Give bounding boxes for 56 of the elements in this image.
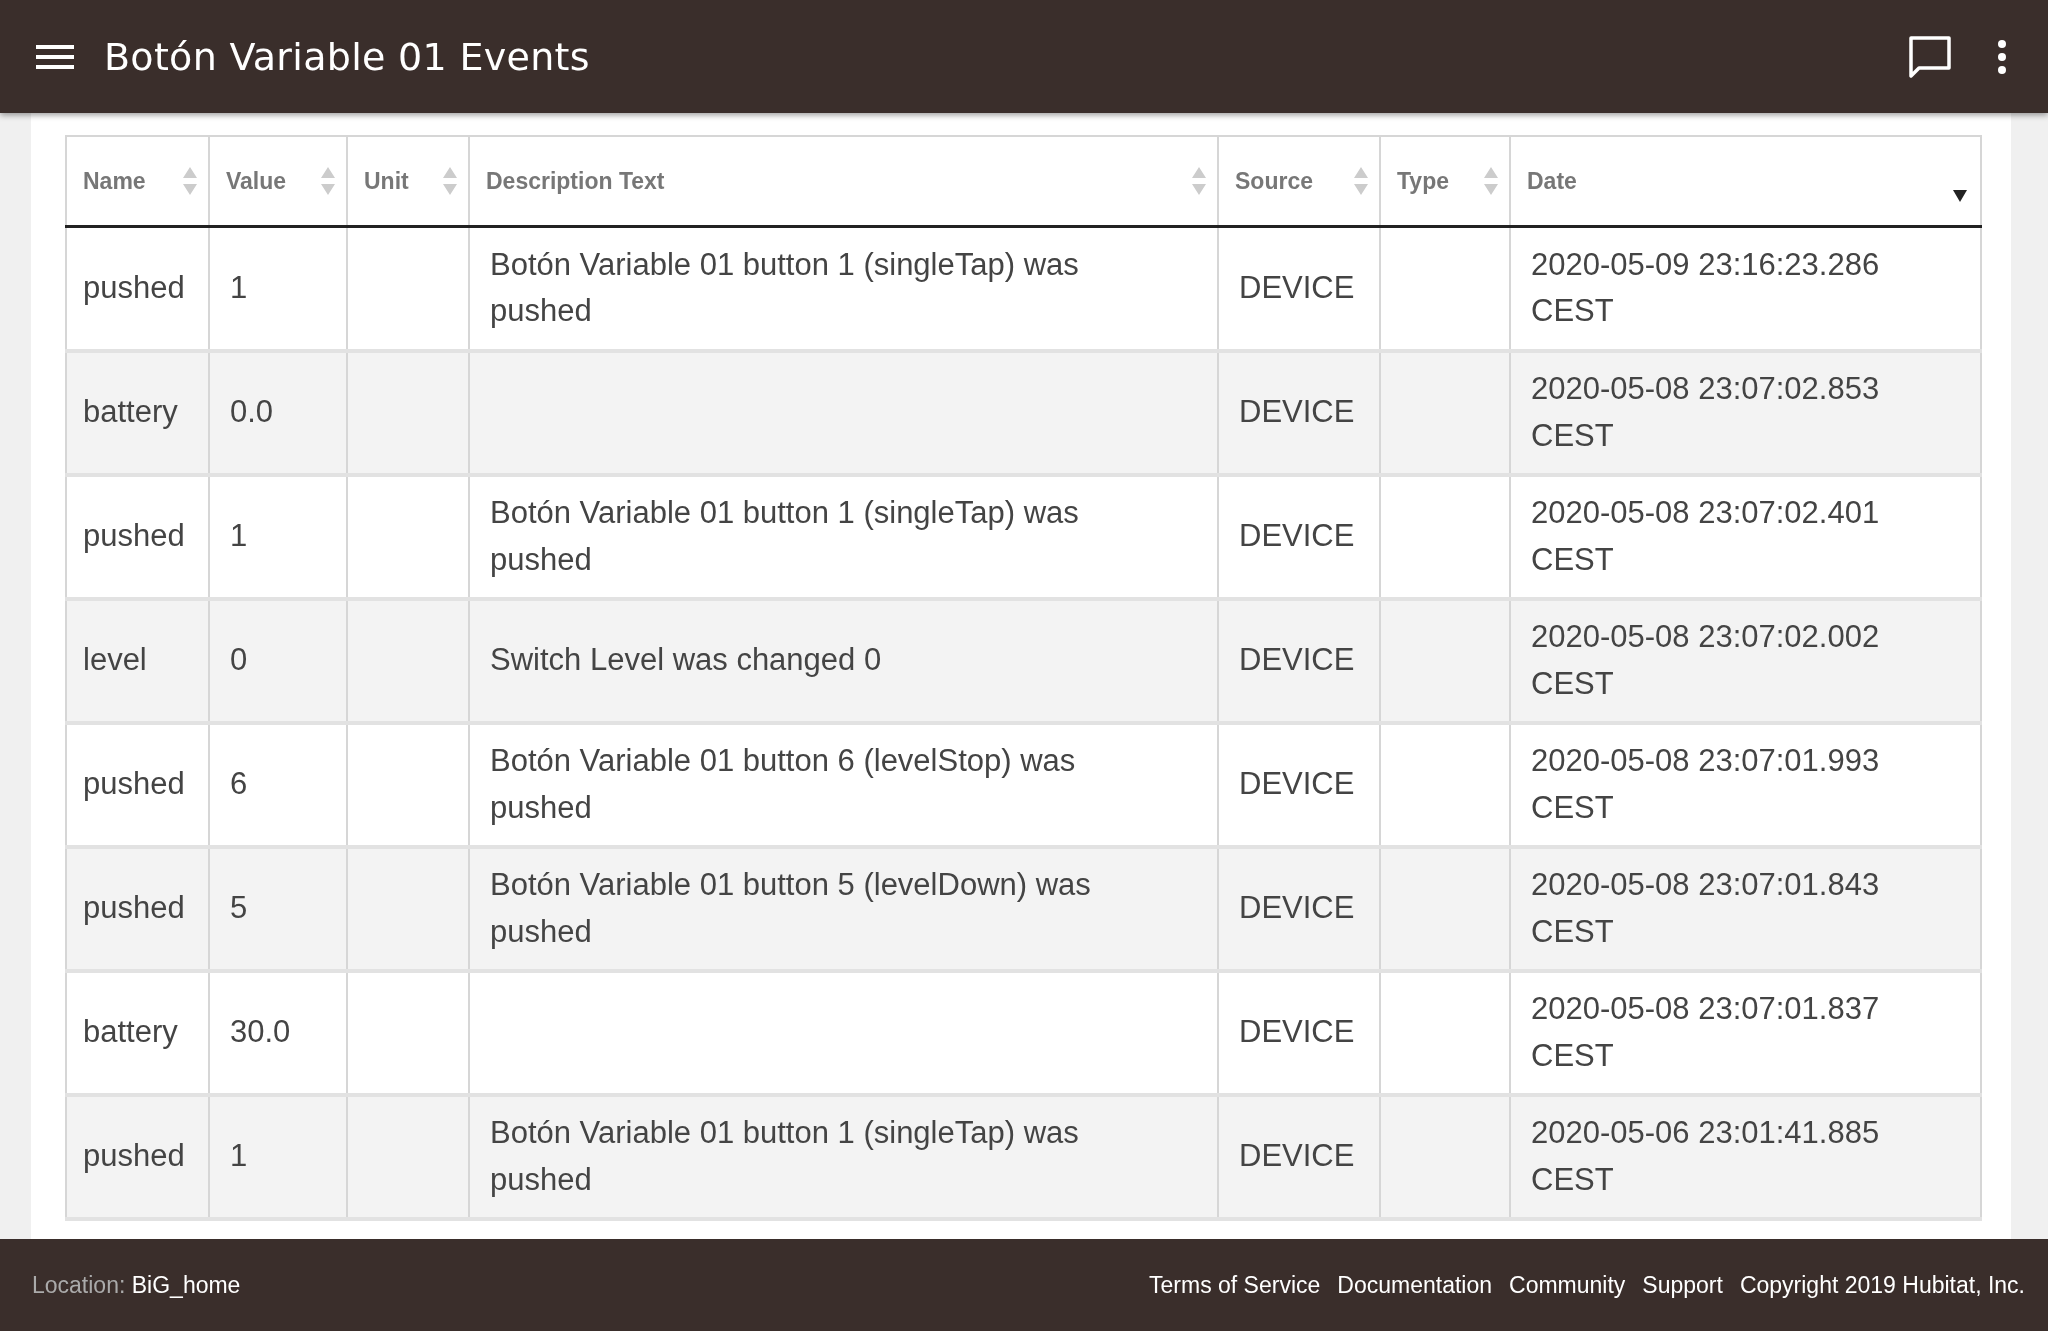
table-cell: DEVICE — [1239, 1014, 1355, 1050]
table-cell: 5 — [230, 890, 248, 926]
table-cell: 1 — [230, 270, 248, 305]
column-header[interactable]: Source — [1218, 136, 1380, 227]
table-cell: battery — [83, 1014, 178, 1050]
table-cell: DEVICE — [1239, 1138, 1355, 1174]
table-cell: 2020-05-08 23:07:01.993 CEST — [1531, 743, 1880, 825]
page-title: Botón Variable 01 Events — [104, 34, 591, 79]
table-cell: 2020-05-06 23:01:41.885 CEST — [1531, 1115, 1880, 1197]
table-cell: 1 — [230, 1138, 248, 1174]
copyright-text: Copyright 2019 Hubitat, Inc. — [1739, 1271, 2025, 1299]
table-cell: pushed — [83, 518, 185, 554]
column-header[interactable]: Name — [66, 136, 209, 227]
footer-link[interactable]: Terms of Service — [1149, 1271, 1321, 1299]
table-cell: battery — [83, 394, 178, 430]
column-header[interactable]: Date — [1510, 136, 1981, 227]
table-cell: 0 — [230, 642, 248, 678]
menu-icon[interactable] — [36, 42, 74, 71]
table-cell: pushed — [83, 766, 185, 802]
table-cell: DEVICE — [1239, 518, 1355, 554]
table-cell: pushed — [83, 1138, 185, 1174]
table-cell: level — [83, 642, 147, 678]
more-icon[interactable] — [1996, 38, 2008, 75]
table-cell: Botón Variable 01 button 5 (levelDown) was pushed — [490, 867, 1091, 949]
table-cell: Botón Variable 01 button 1 (singleTap) was pushed — [490, 1115, 1079, 1197]
table-cell: DEVICE — [1239, 642, 1355, 678]
table-cell: Botón Variable 01 button 6 (levelStop) was pushed — [490, 743, 1076, 825]
table-cell: 30.0 — [230, 1014, 291, 1050]
table-cell: 0.0 — [230, 394, 274, 430]
table-cell: 2020-05-08 23:07:02.853 CEST — [1531, 371, 1880, 453]
column-header[interactable]: Type — [1380, 136, 1510, 227]
table-cell: pushed — [83, 270, 185, 305]
table-cell: Botón Variable 01 button 1 (singleTap) was pushed — [490, 495, 1079, 577]
column-header[interactable]: Value — [209, 136, 347, 227]
table-cell: DEVICE — [1239, 394, 1355, 430]
footer-link[interactable]: Community — [1509, 1271, 1626, 1299]
table-cell: 2020-05-08 23:07:02.401 CEST — [1531, 495, 1880, 577]
table-cell: 1 — [230, 518, 248, 554]
table-cell: DEVICE — [1239, 890, 1355, 926]
table-cell: 2020-05-08 23:07:02.002 CEST — [1531, 619, 1880, 701]
table-cell: 6 — [230, 766, 248, 802]
table-cell: 2020-05-09 23:16:23.286 CEST — [1531, 246, 1880, 329]
location-label: Location: — [32, 1271, 126, 1298]
table-cell: DEVICE — [1239, 766, 1355, 802]
chat-icon[interactable] — [1908, 34, 1952, 79]
column-header[interactable]: Unit — [347, 136, 469, 227]
table-cell: 2020-05-08 23:07:01.837 CEST — [1531, 991, 1880, 1073]
location-name: BiG_home — [131, 1271, 241, 1298]
column-header[interactable]: Description Text — [469, 136, 1218, 227]
footer-link[interactable]: Support — [1642, 1271, 1723, 1299]
table-cell: Switch Level was changed 0 — [490, 642, 882, 678]
table-cell: DEVICE — [1239, 270, 1355, 305]
footer-link[interactable]: Documentation — [1337, 1271, 1492, 1299]
table-cell: 2020-05-08 23:07:01.843 CEST — [1531, 867, 1880, 949]
table-cell: pushed — [83, 890, 185, 926]
table-cell: Botón Variable 01 button 1 (singleTap) was pushed — [490, 246, 1079, 329]
